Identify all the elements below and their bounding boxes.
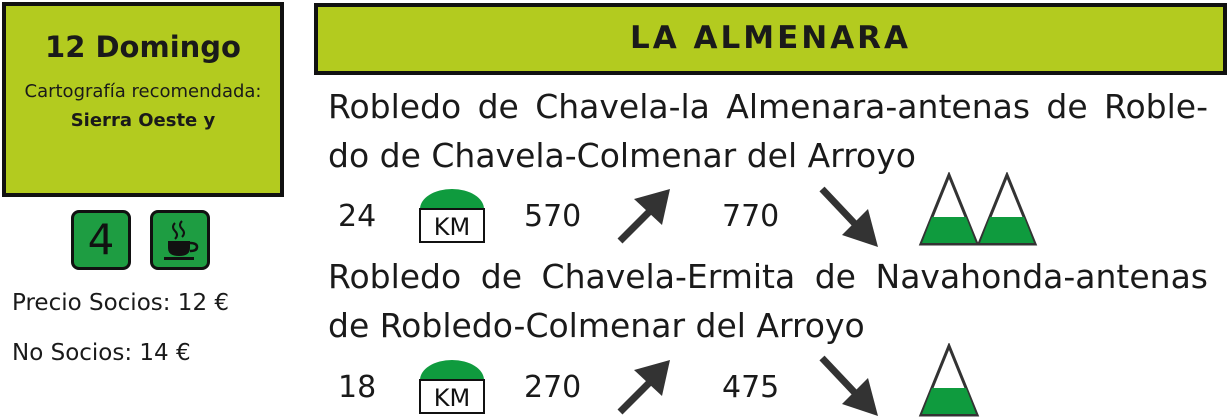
km-icon: KM	[419, 360, 485, 414]
mountain-icon	[918, 343, 980, 417]
arrow-down-right-icon	[819, 186, 878, 247]
route-2-descent: 475	[722, 370, 780, 405]
date-title: 12 Domingo	[45, 30, 241, 64]
km-icon-label: KM	[434, 384, 470, 412]
mountain-icon	[918, 172, 980, 246]
arrow-up-right-icon	[617, 189, 670, 244]
route-1-name: Robledo de Chavela-la Almenara-antenas d…	[328, 87, 1208, 175]
route-1-ascent: 570	[524, 199, 582, 234]
level-badge: 4	[71, 210, 131, 270]
mountain-icon	[976, 172, 1038, 246]
page-title: LA ALMENARA	[629, 20, 912, 56]
km-icon-label: KM	[434, 213, 470, 241]
coffee-cup-icon	[150, 210, 210, 270]
route-2-ascent: 270	[524, 370, 582, 405]
route-1-distance: 24	[338, 199, 377, 234]
price-socios: Precio Socios: 12 €	[12, 290, 230, 316]
cartography-value: Sierra Oeste y	[70, 110, 216, 131]
km-icon: KM	[419, 189, 485, 243]
price-no-socios: No Socios: 14 €	[12, 340, 191, 366]
route-1-descent: 770	[722, 199, 780, 234]
arrow-down-right-icon	[819, 355, 878, 416]
route-2-name: Robledo de Chavela-Ermita de Navahonda-a…	[328, 257, 1208, 345]
title-banner: LA ALMENARA	[314, 3, 1227, 75]
arrow-up-right-icon	[617, 360, 670, 415]
date-box: 12 Domingo Cartografía recomendada: Sier…	[2, 2, 284, 197]
cartography-label: Cartografía recomendada:	[24, 81, 262, 102]
route-2-distance: 18	[338, 370, 377, 405]
